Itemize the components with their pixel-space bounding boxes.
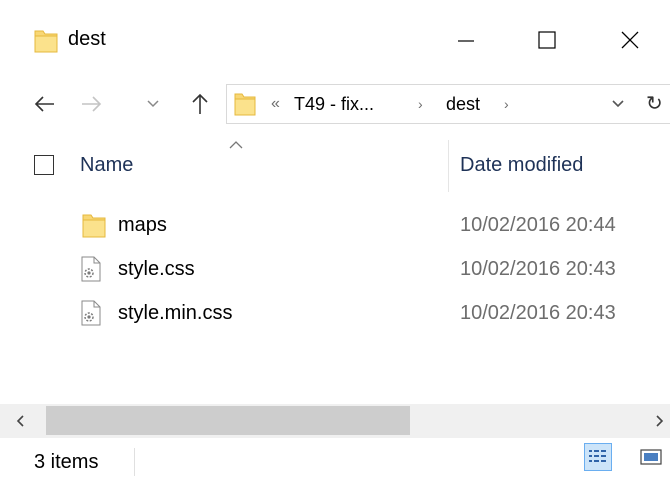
scroll-thumb[interactable] <box>46 406 410 435</box>
file-date: 10/02/2016 20:43 <box>460 258 616 280</box>
breadcrumb-current[interactable]: dest <box>446 90 480 118</box>
breadcrumb-overflow[interactable]: « <box>271 90 280 118</box>
window-title: dest <box>68 28 106 50</box>
folder-icon <box>82 214 106 238</box>
file-name: style.css <box>118 258 195 280</box>
file-date: 10/02/2016 20:44 <box>460 214 616 236</box>
close-icon <box>621 31 639 49</box>
item-count: 3 items <box>34 451 99 473</box>
up-button[interactable] <box>182 84 218 124</box>
back-button[interactable] <box>26 84 64 124</box>
large-icons-view-button[interactable] <box>636 443 666 471</box>
chevron-down-icon <box>612 100 624 108</box>
recent-locations-button[interactable] <box>140 84 166 124</box>
breadcrumb-separator[interactable]: › <box>504 90 509 118</box>
large-icons-view-icon <box>640 449 662 465</box>
chevron-left-icon <box>16 415 24 427</box>
maximize-icon <box>538 31 556 49</box>
forward-button[interactable] <box>72 84 110 124</box>
scroll-left-button[interactable] <box>6 406 34 436</box>
list-item[interactable]: style.min.css 10/02/2016 20:43 <box>0 292 670 334</box>
column-divider[interactable] <box>448 140 449 192</box>
scroll-right-button[interactable] <box>650 406 670 436</box>
breadcrumb-parent[interactable]: T49 - fix... <box>294 90 374 118</box>
maximize-button[interactable] <box>512 0 582 80</box>
back-arrow-icon <box>34 96 54 112</box>
details-view-button[interactable] <box>584 443 612 471</box>
up-arrow-icon <box>192 93 208 114</box>
address-dropdown-button[interactable] <box>606 92 630 116</box>
status-bar <box>0 440 670 482</box>
folder-icon <box>34 30 58 53</box>
minimize-button[interactable] <box>420 0 512 80</box>
folder-icon <box>234 93 256 116</box>
recent-dropdown-icon <box>147 100 159 108</box>
minimize-icon <box>458 40 474 42</box>
details-view-icon <box>589 450 606 462</box>
close-button[interactable] <box>590 0 670 80</box>
column-header-name[interactable]: Name <box>80 152 133 178</box>
css-file-icon <box>81 256 101 282</box>
forward-arrow-icon <box>82 96 102 112</box>
select-all-checkbox[interactable] <box>34 155 54 175</box>
sort-ascending-icon <box>229 141 243 149</box>
file-name: maps <box>118 214 167 236</box>
chevron-right-icon <box>656 415 664 427</box>
column-header-date-modified[interactable]: Date modified <box>460 152 583 178</box>
breadcrumb-separator[interactable]: › <box>418 90 423 118</box>
css-file-icon <box>81 300 101 326</box>
file-name: style.min.css <box>118 302 233 324</box>
file-date: 10/02/2016 20:43 <box>460 302 616 324</box>
refresh-button[interactable]: ↻ <box>646 90 670 118</box>
refresh-icon: ↻ <box>646 93 663 115</box>
list-item[interactable]: style.css 10/02/2016 20:43 <box>0 248 670 290</box>
list-item[interactable]: maps 10/02/2016 20:44 <box>0 204 670 246</box>
status-divider <box>134 448 135 476</box>
